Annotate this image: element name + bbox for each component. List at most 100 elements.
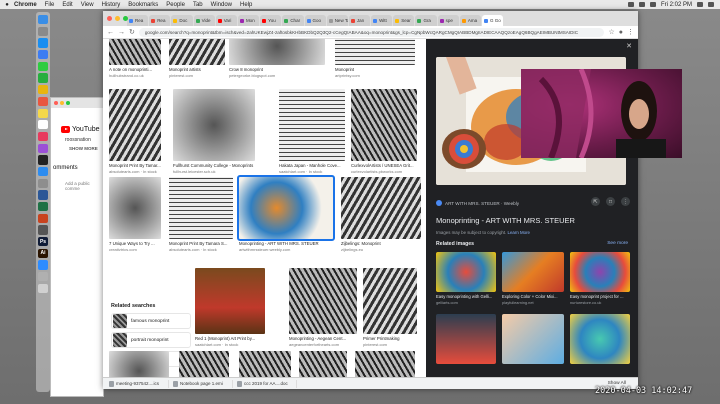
related-image-thumbnail[interactable]	[436, 314, 496, 364]
forward-icon[interactable]: →	[118, 29, 125, 36]
related-image-thumbnail[interactable]	[502, 252, 564, 292]
result-thumbnail[interactable]	[169, 39, 225, 65]
related-image-thumbnail[interactable]	[502, 314, 564, 364]
finder-icon[interactable]	[38, 15, 48, 25]
result-title[interactable]: Zijbelings: Monoprint	[341, 241, 421, 246]
show-more-button[interactable]: SHOW MORE	[69, 146, 103, 151]
result-title[interactable]: A note on monoprinti...	[109, 67, 161, 72]
see-more-link[interactable]: See more	[607, 241, 628, 246]
chrome-icon[interactable]	[38, 85, 48, 95]
browser-tab[interactable]: spe	[437, 15, 459, 26]
trash-icon[interactable]	[38, 283, 48, 294]
chrome-window[interactable]: Rea Rea Doc Vide Vari Mon You Char Goo New Tab Jan…	[103, 11, 638, 389]
browser-tab[interactable]: Rea	[149, 15, 171, 26]
result-thumbnail[interactable]	[351, 89, 417, 161]
fullscreen-icon[interactable]	[123, 16, 128, 21]
result-title[interactable]: Monoprint Print By Tamar...	[109, 163, 161, 168]
excel-icon[interactable]	[38, 202, 48, 212]
result-thumbnail[interactable]	[363, 268, 417, 334]
result-thumbnail[interactable]	[335, 39, 415, 65]
window-titlebar[interactable]	[51, 98, 103, 108]
browser-tab[interactable]: Gra	[415, 15, 437, 26]
result-title[interactable]: Primer Printmaking	[363, 336, 417, 341]
browser-tab[interactable]: Rea	[127, 15, 149, 26]
related-image-title[interactable]: Exploring Color + Color Mixi...	[502, 294, 564, 299]
related-image-thumbnail[interactable]	[570, 252, 630, 292]
search-icon[interactable]	[697, 2, 703, 7]
close-icon[interactable]	[107, 16, 112, 21]
facetime-icon[interactable]	[38, 73, 48, 83]
related-item-portrait[interactable]: portrait monoprint	[111, 332, 191, 348]
menu-view[interactable]: View	[81, 2, 94, 8]
menu-bookmarks[interactable]: Bookmarks	[128, 2, 158, 8]
more-icon[interactable]: ⋮	[621, 197, 630, 206]
browser-tab[interactable]: Vide	[193, 15, 215, 26]
result-title[interactable]: Monoprint	[335, 67, 415, 72]
photoshop-icon[interactable]: Ps	[38, 237, 48, 247]
learn-more-link[interactable]: Learn More	[508, 230, 530, 235]
download-item[interactable]: ccc 2019 for AA....doc	[237, 379, 297, 388]
messages-icon[interactable]	[38, 61, 48, 72]
close-icon[interactable]	[54, 101, 58, 105]
menu-file[interactable]: File	[45, 2, 55, 8]
menu-chrome[interactable]: Chrome	[14, 2, 37, 8]
menu-history[interactable]: History	[102, 2, 121, 8]
result-thumbnail[interactable]	[109, 177, 161, 239]
result-title[interactable]: Red 1 (Monoprint) Art Print by...	[195, 336, 265, 341]
camera-icon[interactable]	[38, 225, 48, 235]
related-image-thumbnail[interactable]	[570, 314, 630, 364]
browser-tab[interactable]: Sear	[393, 15, 415, 26]
minimize-icon[interactable]	[60, 101, 64, 105]
browser-tab[interactable]: Ama	[459, 15, 481, 26]
comment-input[interactable]: Add a public comme	[65, 181, 103, 191]
safari-icon[interactable]	[38, 38, 48, 48]
volume-icon[interactable]	[638, 2, 645, 7]
browser-tab[interactable]: Jan	[348, 15, 371, 26]
menu-help[interactable]: Help	[240, 2, 252, 8]
illustrator-icon[interactable]: Ai	[38, 248, 48, 259]
result-thumbnail[interactable]	[169, 177, 233, 239]
result-thumbnail[interactable]	[109, 39, 161, 65]
zoom-icon[interactable]	[38, 260, 48, 270]
browser-tab[interactable]: G Go	[482, 15, 504, 26]
calendar-icon[interactable]	[38, 120, 48, 130]
settings-icon[interactable]	[38, 178, 48, 188]
result-title[interactable]: Monoprinting - Aegean Cent...	[289, 336, 357, 341]
menu-window[interactable]: Window	[211, 2, 232, 8]
result-thumbnail[interactable]	[109, 89, 161, 161]
url-field[interactable]: google.com/search?q=monoprint&tbm=isch&v…	[138, 27, 605, 37]
reload-icon[interactable]: ↻	[129, 28, 135, 36]
browser-tab[interactable]: You	[260, 15, 282, 26]
related-image-thumbnail[interactable]	[436, 252, 496, 292]
browser-tab[interactable]: Goo	[304, 15, 326, 26]
word-icon[interactable]	[38, 190, 48, 200]
related-item-famous[interactable]: famous monoprint	[111, 313, 191, 329]
result-title[interactable]: Crow 8 monoprint	[229, 67, 325, 72]
browser-tab[interactable]: Witt	[371, 15, 393, 26]
source-site[interactable]: ART WITH MRS. STEUER · Weebly	[436, 200, 519, 206]
result-title[interactable]: Hakata Japan - Manhole Cove...	[279, 163, 345, 168]
appstore-icon[interactable]	[38, 166, 48, 177]
result-thumbnail[interactable]	[237, 175, 335, 241]
podcasts-icon[interactable]	[38, 143, 48, 153]
related-image-title[interactable]: Easy monoprinting with Gelli...	[436, 294, 496, 299]
wifi-icon[interactable]	[627, 2, 634, 7]
photos-icon[interactable]	[38, 96, 48, 107]
powerpoint-icon[interactable]	[38, 213, 48, 223]
result-title[interactable]: Fullhurst Community College - Monoprints	[173, 163, 255, 168]
result-thumbnail[interactable]	[195, 268, 265, 334]
music-icon[interactable]	[38, 131, 48, 142]
back-icon[interactable]: ←	[107, 29, 114, 36]
browser-tab[interactable]: Mon	[237, 15, 260, 26]
menu-icon[interactable]: ⋮	[627, 28, 634, 36]
menu-list-icon[interactable]	[708, 2, 714, 7]
preview-title[interactable]: Monoprinting - ART WITH MRS. STEUER	[436, 216, 575, 225]
star-icon[interactable]: ☆	[608, 28, 614, 36]
result-title[interactable]: Monoprint Print By Tamara S...	[169, 241, 233, 246]
menu-edit[interactable]: Edit	[62, 2, 72, 8]
browser-tab[interactable]: Char	[282, 15, 304, 26]
mail-icon[interactable]	[38, 50, 48, 60]
preview-icon[interactable]	[38, 272, 48, 282]
result-thumbnail[interactable]	[279, 89, 345, 161]
apple-icon[interactable]: ●	[0, 2, 14, 8]
